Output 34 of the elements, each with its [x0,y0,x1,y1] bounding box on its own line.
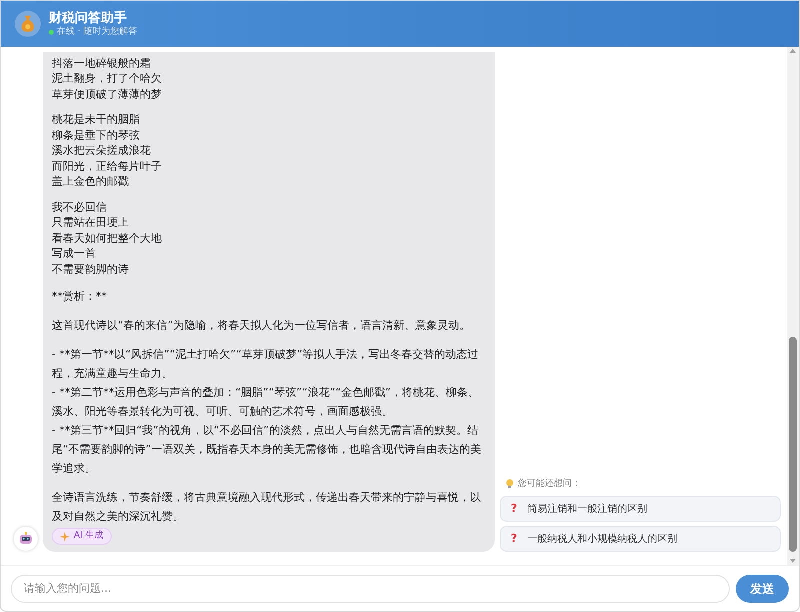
analysis-item: - **第一节**以“风拆信”“泥土打哈欠”“草芽顶破梦”等拟人手法，写出冬春交替的动态过程，充满童趣与生命力。 [52,347,480,382]
poem-line: 柳条是垂下的琴弦 [52,128,140,143]
message-paragraph: 全诗语言洗练，节奏舒缓，将古典意境融入现代形式，传递出春天带来的宁静与喜悦，以及对自然之美的深沉礼赞。 [52,490,482,525]
ai-badge: AI 生成 [52,528,112,545]
message-paragraph: 这首现代诗以“春的来信”为隐喻，将春天拟人化为一位写信者，语言清新、意象灵动。 [52,318,472,334]
poem-line: 我不必回信 [52,200,107,215]
suggestion-text: 简易注销和一般注销的区别 [527,502,648,516]
poem-line: 桃花是未干的胭脂 [52,112,140,128]
suggestion-item[interactable]: ? 一般纳税人和小规模纳税人的区别 [500,526,781,552]
poem-line: 溪水把云朵搓成浪花 [52,143,151,158]
poem-line: 写成一首 [52,246,96,262]
question-mark: ? [511,530,518,547]
poem-line: 而阳光，正给每片叶子 [52,158,162,174]
analysis-item: - **第二节**运用色彩与声音的叠加：“胭脂”“琴弦”“浪花”“金色邮戳”，将桃花、柳条、溪水、阳光等春景转化为可视、可听、可触的艺术符号，画面感极强。 [52,385,480,420]
message-paragraph: **赏析：** [52,289,108,305]
lightbulb-icon [506,479,514,490]
sparkle-icon [60,532,70,542]
app-title: 财税问答助手 [49,10,128,26]
poem-line: 不需要韵脚的诗 [52,262,129,277]
poem-line: 泥土翻身，打了个哈欠 [52,71,162,86]
suggestions-label: 您可能还想问： [518,478,581,490]
poem-line: 只需站在田埂上 [52,215,129,230]
poem-line: 草芽便顶破了薄薄的梦 [52,86,162,102]
question-mark: ? [511,500,518,517]
suggestion-item[interactable]: ? 简易注销和一般注销的区别 [500,496,781,522]
money-bag-icon [20,15,36,33]
analysis-item: - **第三节**回归“我”的视角，以“不必回信”的淡然，点出人与自然无需言语的默契。结尾“不需要韵脚的诗”一语双关，既指春天本身的美无需修饰，也暗含现代诗自由表达的美学追求。 [52,423,482,477]
poem-line: 盖上金色的邮戳 [52,174,129,190]
poem-line: 抖落一地碎银般的霜 [52,56,151,71]
poem-line: 看春天如何把整个大地 [52,230,162,246]
status-text: 在线 · 随时为您解答 [57,26,138,38]
robot-icon [19,532,33,546]
suggestion-text: 一般纳税人和小规模纳税人的区别 [527,532,678,546]
question-input[interactable]: 请输入您的问题... [11,574,730,602]
